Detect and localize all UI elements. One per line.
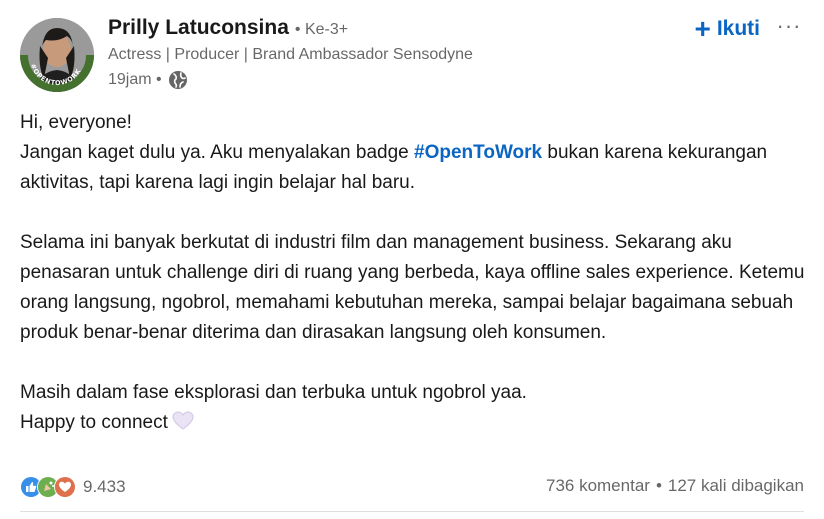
- post-greeting: Hi, everyone!: [20, 112, 132, 133]
- white-heart-emoji-icon: [172, 411, 194, 431]
- plus-icon: +: [694, 13, 711, 44]
- social-counts-bar: 9.433 736 komentar • 127 kali dibagikan: [20, 476, 804, 502]
- author-headline: Actress | Producer | Brand Ambassador Se…: [108, 46, 473, 63]
- post-header: #OPENTOWORK Prilly Latuconsina • Ke-3+ A…: [20, 14, 804, 94]
- author-name-row: Prilly Latuconsina • Ke-3+: [108, 16, 348, 40]
- post-body: Hi, everyone! Jangan kaget dulu ya. Aku …: [20, 108, 810, 438]
- reactions-count: 9.433: [83, 477, 126, 496]
- globe-icon: [168, 70, 188, 90]
- shares-count-link[interactable]: 127 kali dibagikan: [668, 476, 804, 496]
- reaction-icons: [20, 476, 76, 498]
- love-icon: [54, 476, 76, 498]
- divider: [20, 511, 804, 512]
- post-paragraph-2: Selama ini banyak berkutat di industri f…: [20, 232, 805, 343]
- more-options-icon[interactable]: ···: [774, 15, 804, 42]
- follow-button[interactable]: + Ikuti: [694, 14, 760, 44]
- post-time: 19jam •: [108, 71, 162, 88]
- post-paragraph-3: Masih dalam fase eksplorasi dan terbuka …: [20, 382, 527, 403]
- hashtag-link[interactable]: #OpenToWork: [414, 142, 542, 163]
- follow-label: Ikuti: [716, 17, 760, 40]
- post-closing: Happy to connect: [20, 408, 810, 438]
- post-text-segment: Jangan kaget dulu ya. Aku menyalakan bad…: [20, 142, 415, 163]
- comments-count-link[interactable]: 736 komentar: [546, 476, 650, 496]
- stats-separator: •: [655, 476, 662, 495]
- post-meta: 19jam •: [108, 70, 188, 90]
- engagement-stats: 736 komentar • 127 kali dibagikan: [546, 476, 804, 496]
- connection-degree: • Ke-3+: [294, 21, 349, 38]
- avatar-opentowork-icon: #OPENTOWORK: [20, 18, 94, 92]
- post-paragraph-1: Jangan kaget dulu ya. Aku menyalakan bad…: [20, 138, 810, 198]
- post-closing-text: Happy to connect: [20, 412, 168, 433]
- avatar[interactable]: #OPENTOWORK: [20, 18, 94, 92]
- author-name[interactable]: Prilly Latuconsina: [108, 16, 289, 40]
- reactions-summary[interactable]: 9.433: [20, 476, 126, 498]
